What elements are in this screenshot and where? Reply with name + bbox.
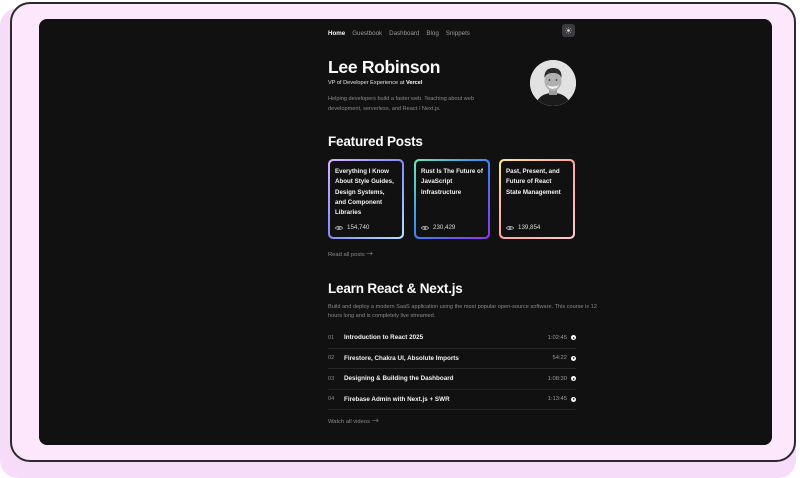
arrow-right-icon (366, 251, 374, 256)
play-icon[interactable] (571, 396, 576, 402)
browser-screen: Home Guestbook Dashboard Blog Snippets L… (39, 19, 772, 445)
watch-all-videos-label: Watch all videos (328, 419, 370, 425)
lesson-title: Designing & Building the Dashboard (344, 375, 454, 383)
watch-all-videos-link[interactable]: Watch all videos (328, 418, 379, 425)
lesson-number: 01 (328, 334, 335, 341)
post-title: Everything I Know About Style Guides, De… (335, 168, 394, 217)
featured-post-card[interactable]: Rust Is The Future of JavaScript Infrast… (414, 159, 490, 239)
avatar (530, 60, 576, 106)
nav-item-guestbook[interactable]: Guestbook (352, 27, 382, 41)
nav-item-home[interactable]: Home (328, 27, 345, 41)
lesson-duration: 1:08:30 (547, 375, 567, 382)
post-views-count: 230,429 (433, 224, 456, 231)
read-all-posts-label: Read all posts (328, 252, 365, 258)
post-title: Rust Is The Future of JavaScript Infrast… (421, 168, 483, 196)
read-all-posts-link[interactable]: Read all posts (328, 251, 374, 258)
lesson-duration: 54:22 (552, 355, 567, 362)
nav-item-blog[interactable]: Blog (426, 27, 438, 41)
nav-item-snippets[interactable]: Snippets (446, 27, 470, 41)
theme-toggle-button[interactable] (562, 24, 575, 37)
lesson-number: 03 (328, 375, 335, 382)
featured-post-card[interactable]: Everything I Know About Style Guides, De… (328, 159, 404, 239)
post-views: 154,740 (335, 224, 369, 231)
lesson-row[interactable]: 03 Designing & Building the Dashboard 1:… (328, 369, 576, 390)
post-views: 230,429 (421, 224, 455, 231)
post-views-count: 139,854 (518, 224, 541, 231)
page-title: Lee Robinson (328, 57, 441, 77)
role-text: VP of Developer Experience at (328, 80, 406, 86)
lesson-list: 01 Introduction to React 2025 1:02:45 02… (328, 328, 576, 410)
featured-post-card[interactable]: Past, Present, and Future of React State… (499, 159, 575, 239)
course-description: Build and deploy a modern SaaS applicati… (328, 304, 597, 320)
top-nav: Home Guestbook Dashboard Blog Snippets (328, 27, 477, 41)
eye-icon (421, 225, 429, 230)
eye-icon (506, 225, 514, 230)
arrow-right-icon (371, 418, 379, 423)
play-icon[interactable] (571, 355, 576, 361)
lesson-title: Firestore, Chakra UI, Absolute Imports (344, 354, 459, 362)
sun-icon (565, 27, 572, 34)
post-views-count: 154,740 (347, 224, 370, 231)
company-name: Vercel (405, 80, 423, 86)
lesson-number: 04 (328, 396, 335, 403)
post-title: Past, Present, and Future of React State… (506, 168, 561, 196)
lesson-row[interactable]: 04 Firebase Admin with Next.js + SWR 1:1… (328, 390, 576, 410)
nav-item-dashboard[interactable]: Dashboard (389, 27, 419, 41)
featured-posts-heading: Featured Posts (328, 134, 423, 149)
lesson-title: Introduction to React 2025 (344, 334, 424, 342)
play-icon[interactable] (571, 335, 576, 341)
post-views: 139,854 (506, 224, 540, 231)
lesson-number: 02 (328, 355, 335, 362)
lesson-title: Firebase Admin with Next.js + SWR (344, 395, 450, 403)
lesson-row[interactable]: 02 Firestore, Chakra UI, Absolute Import… (328, 349, 576, 369)
bio-text: Helping developers build a faster web. T… (328, 96, 475, 112)
eye-icon (335, 225, 343, 230)
role-subtitle: VP of Developer Experience at Vercel (328, 80, 422, 86)
lesson-duration: 1:02:45 (547, 334, 567, 341)
course-heading: Learn React & Next.js (328, 281, 463, 296)
lesson-duration: 1:13:45 (547, 396, 567, 403)
play-icon[interactable] (571, 376, 576, 382)
lesson-row[interactable]: 01 Introduction to React 2025 1:02:45 (328, 328, 576, 349)
